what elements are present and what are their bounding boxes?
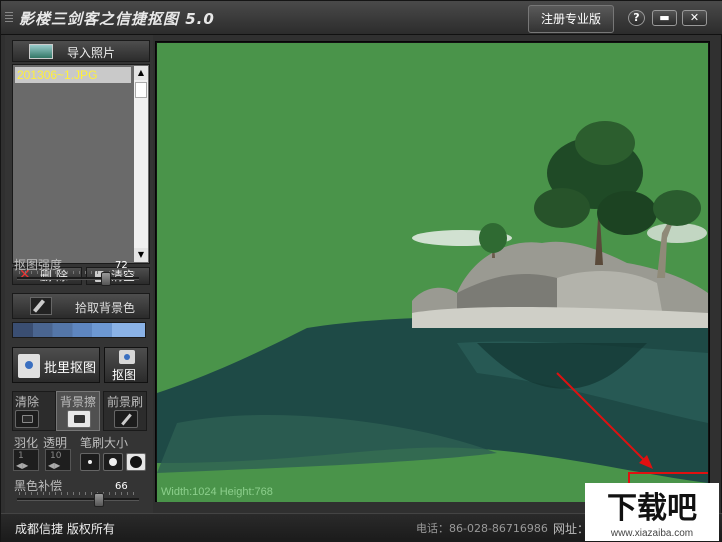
- erase-icon: [15, 410, 39, 428]
- tool-background-eraser-label: 背景擦: [59, 395, 96, 409]
- opacity-value: 10: [50, 451, 62, 461]
- brush-size-label: 笔刷大小: [80, 436, 129, 450]
- brush-size-small[interactable]: [80, 453, 100, 471]
- import-photo-label: 导入照片: [67, 46, 116, 60]
- phone-text: 电话：86-028-86716986: [416, 522, 548, 535]
- eyedropper-icon: [32, 299, 46, 313]
- svg-text:下载吧: 下载吧: [607, 491, 697, 526]
- batch-cutout-button[interactable]: 批里抠图: [12, 347, 100, 383]
- cutout-button[interactable]: 抠图: [104, 347, 148, 383]
- brush-size-medium[interactable]: [103, 453, 123, 471]
- title-bar[interactable]: 影楼三剑客之信捷抠图 5.0 注册专业版 ? ▬ ✕: [1, 1, 722, 35]
- tool-erase-label: 清除: [15, 395, 40, 409]
- black-compensation-slider[interactable]: [17, 498, 139, 501]
- batch-cutout-label: 批里抠图: [44, 361, 97, 376]
- brush-icon: [114, 410, 138, 428]
- close-button[interactable]: ✕: [682, 10, 707, 26]
- import-photo-button[interactable]: 导入照片: [12, 40, 150, 62]
- app-title: 影楼三剑客之信捷抠图 5.0: [19, 10, 215, 28]
- photo-preview: [157, 43, 708, 502]
- cutout-label: 抠图: [112, 368, 137, 382]
- black-compensation-value: 66: [115, 481, 128, 492]
- strength-slider-thumb[interactable]: [100, 272, 111, 286]
- tool-foreground-brush-label: 前景刷: [106, 395, 143, 409]
- help-icon[interactable]: ?: [628, 10, 645, 26]
- website-label: 网址：: [553, 522, 590, 536]
- black-compensation-slider-thumb[interactable]: [93, 493, 104, 507]
- cutout-icon: [119, 350, 135, 364]
- tool-erase[interactable]: 清除: [12, 391, 56, 431]
- opacity-stepper[interactable]: 10: [45, 449, 71, 471]
- register-pro-button[interactable]: 注册专业版: [528, 5, 614, 33]
- background-color-swatches[interactable]: [12, 322, 146, 338]
- canvas-frame: Width:1024 Height:768: [155, 41, 710, 502]
- copyright-text: 成都信捷 版权所有: [15, 522, 115, 536]
- scroll-thumb[interactable]: [135, 82, 147, 98]
- list-item[interactable]: 201306~1.JPG: [15, 67, 131, 83]
- image-canvas[interactable]: Width:1024 Height:768: [157, 43, 708, 502]
- black-compensation-ticks: [19, 492, 137, 495]
- grip-icon: [5, 12, 13, 24]
- eyedropper-box: [30, 297, 52, 315]
- feather-value: 1: [18, 451, 24, 461]
- strength-ticks: [19, 271, 137, 274]
- tool-background-eraser[interactable]: 背景擦: [56, 391, 100, 431]
- image-dimensions: Width:1024 Height:768: [161, 486, 273, 498]
- tool-foreground-brush[interactable]: 前景刷: [103, 391, 147, 431]
- scroll-up-icon[interactable]: ▲: [134, 66, 148, 80]
- watermark-logo: 下载吧 www.xiazaiba.com: [585, 483, 719, 541]
- svg-text:www.xiazaiba.com: www.xiazaiba.com: [610, 528, 693, 539]
- batch-cutout-icon: [18, 354, 40, 378]
- file-list-scrollbar[interactable]: ▲ ▼: [134, 66, 148, 262]
- strength-value: 72: [115, 260, 128, 271]
- brush-size-large[interactable]: [126, 453, 146, 471]
- strength-slider[interactable]: [17, 277, 139, 280]
- file-list[interactable]: 201306~1.JPG ▲ ▼: [12, 64, 150, 264]
- feather-stepper[interactable]: 1: [13, 449, 39, 471]
- scroll-down-icon[interactable]: ▼: [134, 248, 148, 262]
- left-panel: 导入照片 201306~1.JPG ▲ ▼ ✕ 删 除 清空 抠图强度 72 拾…: [5, 35, 153, 513]
- app-window: 影楼三剑客之信捷抠图 5.0 注册专业版 ? ▬ ✕ 导入照片 201306~1…: [0, 0, 722, 542]
- pick-background-label: 拾取背景色: [75, 301, 136, 315]
- pick-background-color-button[interactable]: 拾取背景色: [12, 293, 150, 319]
- photo-icon: [29, 44, 53, 59]
- minimize-button[interactable]: ▬: [652, 10, 677, 26]
- eraser-icon: [67, 410, 91, 428]
